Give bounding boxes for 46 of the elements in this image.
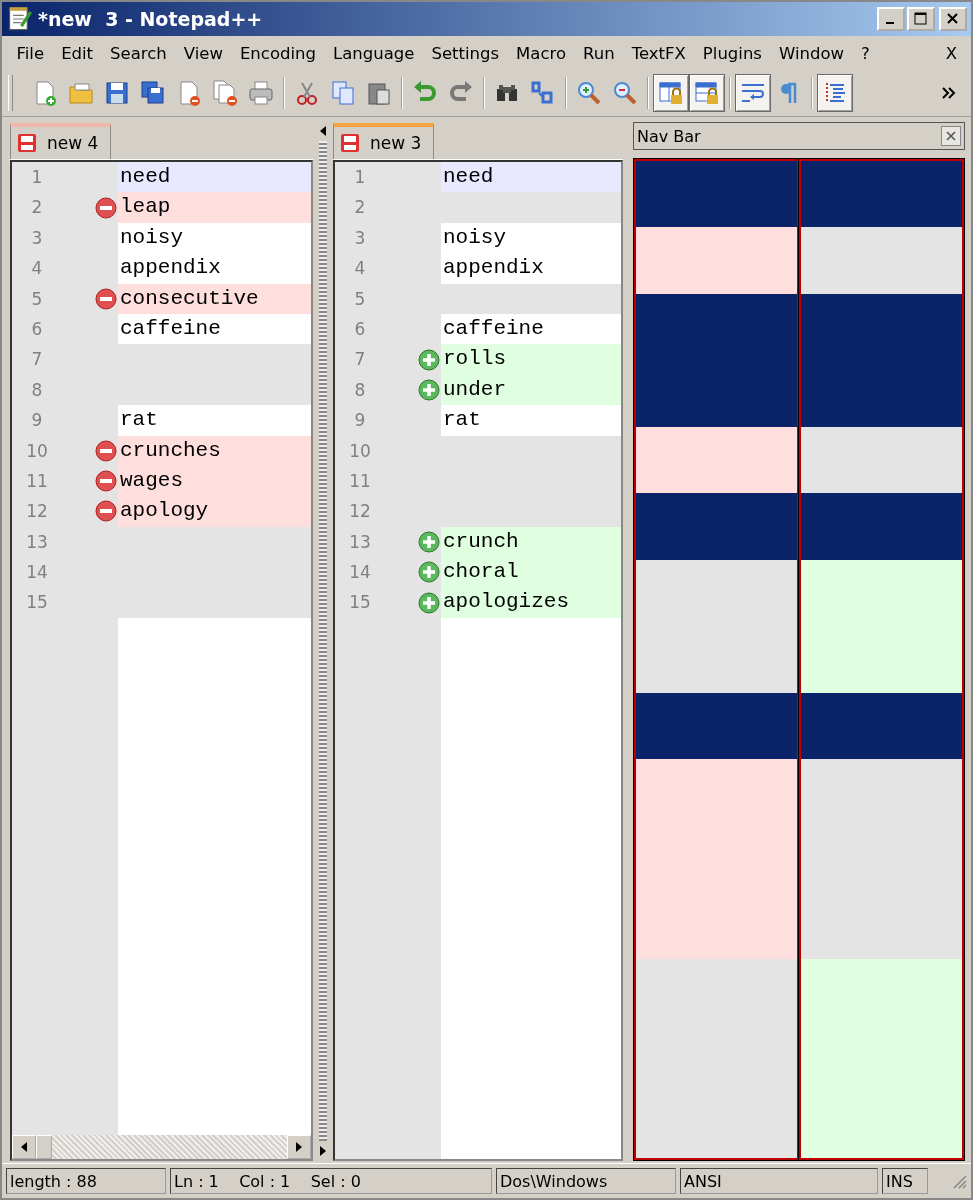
status-insert-mode: INS	[882, 1168, 928, 1194]
scroll-right-icon[interactable]	[294, 1141, 304, 1153]
menu-item[interactable]: Plugins	[694, 43, 771, 63]
close-button[interactable]	[939, 7, 967, 31]
status-encoding: ANSI	[680, 1168, 878, 1194]
plus-circle-icon	[418, 561, 440, 584]
window-title: *new 3 - Notepad++	[38, 8, 264, 30]
notepad-icon	[6, 6, 32, 32]
status-line-ending: Dos\Windows	[496, 1168, 676, 1194]
menu-item[interactable]: Macro	[507, 43, 575, 63]
menu-item[interactable]: Settings	[422, 43, 508, 63]
menu-item[interactable]: Search	[101, 43, 176, 63]
maximize-button[interactable]	[907, 7, 935, 31]
status-length: length : 88	[6, 1168, 166, 1194]
plus-circle-icon	[418, 348, 440, 371]
document-tab[interactable]: new 3	[333, 123, 435, 159]
plus-circle-icon	[418, 378, 440, 401]
minimize-button[interactable]	[877, 7, 905, 31]
menu-item[interactable]: ?	[852, 43, 879, 63]
menu-item[interactable]: Window	[770, 43, 853, 63]
menu-item[interactable]: Language	[324, 43, 423, 63]
horizontal-scrollbar[interactable]	[12, 1135, 311, 1159]
close-icon[interactable]	[945, 12, 961, 26]
menu-item[interactable]: View	[175, 43, 232, 63]
diff-map-column[interactable]	[799, 159, 964, 1160]
status-position: Ln : 1 Col : 1 Sel : 0	[170, 1168, 492, 1194]
document-tab[interactable]: new 4	[10, 123, 112, 159]
maximize-icon[interactable]	[913, 12, 929, 26]
diff-map-column[interactable]	[634, 159, 799, 1160]
plus-circle-icon	[418, 530, 440, 553]
minus-circle-icon	[95, 287, 117, 310]
menu-item[interactable]: Run	[574, 43, 624, 63]
panel-title: Nav Bar	[636, 126, 702, 146]
plus-circle-icon	[418, 591, 440, 614]
close-document-button[interactable]: X	[945, 43, 957, 63]
menu-item[interactable]: Edit	[52, 43, 102, 63]
menu-item[interactable]: Encoding	[231, 43, 325, 63]
more-chevron-icon[interactable]	[941, 86, 957, 100]
menu-item[interactable]: File	[8, 43, 53, 63]
minus-circle-icon	[95, 500, 117, 523]
minus-circle-icon	[95, 196, 117, 219]
menu-item[interactable]: TextFX	[623, 43, 695, 63]
resize-grip-icon[interactable]	[951, 1173, 967, 1189]
minus-circle-icon	[95, 439, 117, 462]
scroll-left-icon[interactable]	[19, 1141, 29, 1153]
minus-circle-icon	[95, 470, 117, 493]
